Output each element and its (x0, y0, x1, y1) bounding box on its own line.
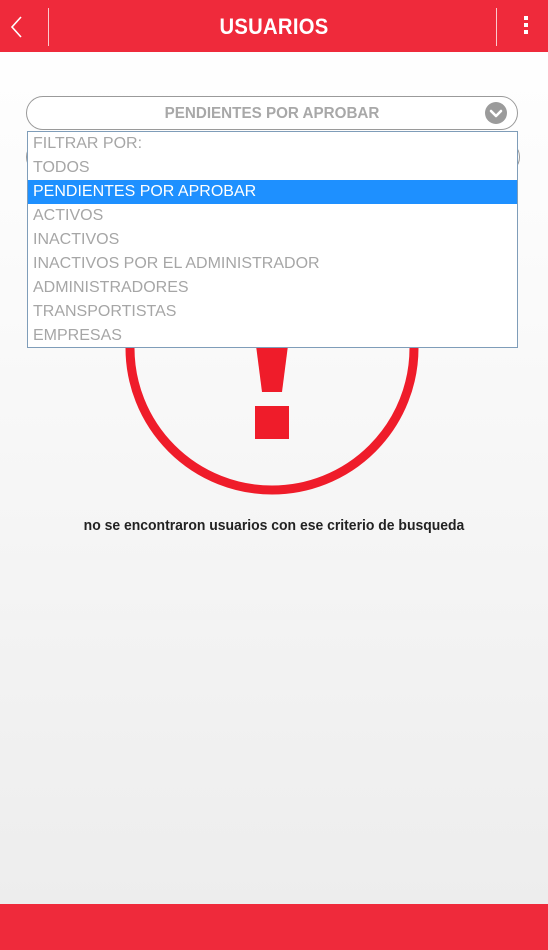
filter-select-value: PENDIENTES POR APROBAR (164, 105, 380, 122)
chevron-down-circle-icon (485, 102, 507, 124)
divider (496, 8, 497, 46)
filter-dropdown-list: FILTRAR POR: TODOS PENDIENTES POR APROBA… (27, 131, 518, 348)
dropdown-option-header: FILTRAR POR: (33, 135, 143, 152)
dropdown-option-inactivos[interactable]: INACTIVOS (28, 228, 517, 252)
dropdown-option-activos[interactable]: ACTIVOS (28, 204, 517, 228)
dropdown-option-inactivos-admin[interactable]: INACTIVOS POR EL ADMINISTRADOR (28, 252, 517, 276)
empty-state-message: no se encontraron usuarios con ese crite… (83, 517, 465, 534)
dropdown-option-transportistas[interactable]: TRANSPORTISTAS (28, 300, 517, 324)
dropdown-option-administradores[interactable]: ADMINISTRADORES (28, 276, 517, 300)
dropdown-option-todos[interactable]: TODOS (28, 156, 517, 180)
filter-select[interactable]: PENDIENTES POR APROBAR (26, 96, 518, 130)
page-title: USUARIOS (219, 14, 329, 39)
bottom-bar (0, 904, 548, 950)
top-app-bar: USUARIOS (0, 0, 548, 52)
chevron-left-icon (10, 16, 22, 38)
overflow-menu-button[interactable] (498, 0, 548, 52)
dropdown-option-empresas[interactable]: EMPRESAS (28, 324, 517, 348)
dropdown-option-pendientes[interactable]: PENDIENTES POR APROBAR (28, 180, 517, 204)
